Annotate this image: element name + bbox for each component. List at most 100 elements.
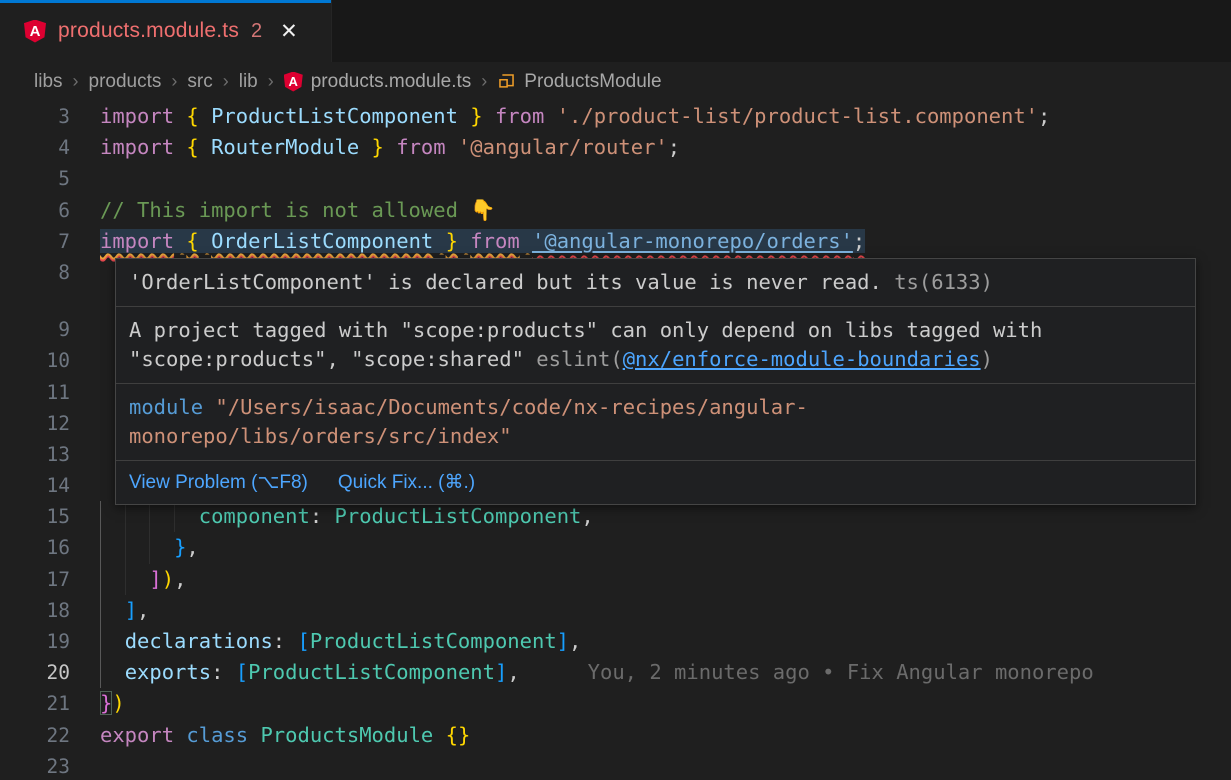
code-line-content[interactable]: component: ProductListComponent, [100, 501, 1231, 532]
hover-message: module "/Users/isaac/Documents/code/nx-r… [116, 383, 1195, 460]
view-problem-action[interactable]: View Problem (⌥F8) [129, 469, 308, 496]
angular-file-icon: A [284, 72, 303, 92]
line-number[interactable]: 5 [0, 163, 70, 194]
code-line-content[interactable]: ]), [100, 564, 1231, 595]
breadcrumb-file-label: products.module.ts [311, 71, 472, 93]
code-line[interactable]: 20 exports: [ProductListComponent],You, … [0, 657, 1231, 688]
code-line-content[interactable] [100, 163, 1231, 194]
breadcrumb-item-products[interactable]: products [89, 71, 162, 93]
line-number[interactable]: 21 [0, 688, 70, 719]
code-line-content[interactable]: export class ProductsModule {} [100, 720, 1231, 751]
indent-guide [100, 501, 101, 532]
hover-text: 'OrderListComponent' is declared but its… [129, 270, 882, 294]
line-number[interactable]: 10 [0, 345, 70, 376]
line-number[interactable]: 23 [0, 751, 70, 780]
code-line-content[interactable]: }, [100, 532, 1231, 563]
code-line[interactable]: 17 ]), [0, 564, 1231, 595]
indent-guide [100, 532, 101, 563]
code-editor[interactable]: 3 import { ProductListComponent } from '.… [0, 101, 1231, 780]
indent-guide [125, 501, 126, 532]
line-number[interactable]: 3 [0, 101, 70, 132]
line-number[interactable]: 19 [0, 626, 70, 657]
diagnostic-hover-tooltip: 'OrderListComponent' is declared but its… [115, 258, 1196, 505]
quick-fix-action[interactable]: Quick Fix... (⌘.) [338, 469, 475, 496]
code-line-content[interactable] [100, 751, 1231, 780]
class-symbol-icon [497, 72, 516, 91]
line-number[interactable]: 13 [0, 439, 70, 470]
tab-problems-badge: 2 [251, 20, 262, 43]
line-number[interactable]: 7 [0, 226, 70, 257]
line-number[interactable]: 9 [0, 314, 70, 345]
indent-guide [125, 564, 126, 595]
tab-bar: A products.module.ts 2 ✕ [0, 0, 1231, 62]
hover-actions: View Problem (⌥F8) Quick Fix... (⌘.) [116, 460, 1195, 504]
indent-guide [100, 595, 101, 626]
code-line-content[interactable]: import { RouterModule } from '@angular/r… [100, 132, 1231, 163]
chevron-right-icon: › [73, 71, 79, 92]
git-blame-annotation: You, 2 minutes ago • Fix Angular monorep… [588, 660, 1094, 684]
close-icon[interactable]: ✕ [280, 21, 298, 42]
chevron-right-icon: › [481, 71, 487, 92]
line-number[interactable]: 4 [0, 132, 70, 163]
hover-text: "/Users/isaac/Documents/code/nx-recipes/… [129, 395, 808, 448]
code-line-content[interactable]: exports: [ProductListComponent],You, 2 m… [100, 657, 1231, 688]
code-line[interactable]: 5 [0, 163, 1231, 194]
code-line[interactable]: 18 ], [0, 595, 1231, 626]
chevron-right-icon: › [171, 71, 177, 92]
code-line[interactable]: 3 import { ProductListComponent } from '.… [0, 101, 1231, 132]
code-line-content[interactable]: }) [100, 688, 1231, 719]
line-number[interactable]: 12 [0, 408, 70, 439]
line-number[interactable]: 8 [0, 257, 70, 288]
code-line[interactable]: 4 import { RouterModule } from '@angular/… [0, 132, 1231, 163]
indent-guide [174, 501, 175, 532]
line-number[interactable]: 18 [0, 595, 70, 626]
code-line[interactable]: 15 component: ProductListComponent, [0, 501, 1231, 532]
indent-guide [125, 532, 126, 563]
indent-guide [100, 657, 101, 688]
line-number[interactable]: 15 [0, 501, 70, 532]
hover-text: eslint( [536, 347, 622, 371]
breadcrumb-symbol[interactable]: ProductsModule [497, 71, 661, 93]
breadcrumb-symbol-label: ProductsModule [524, 71, 661, 93]
hover-message: 'OrderListComponent' is declared but its… [116, 259, 1195, 306]
code-line-content[interactable]: // This import is not allowed 👇 [100, 195, 1231, 226]
code-line[interactable]: 21}) [0, 688, 1231, 719]
breadcrumb-item-libs[interactable]: libs [34, 71, 63, 93]
hover-text: ) [981, 347, 993, 371]
indent-guide [100, 626, 101, 657]
hover-text: ts(6133) [882, 270, 993, 294]
code-line-content[interactable]: declarations: [ProductListComponent], [100, 626, 1231, 657]
code-line-content[interactable]: import { ProductListComponent } from './… [100, 101, 1231, 132]
eslint-rule-link[interactable]: @nx/enforce-module-boundaries [623, 347, 981, 371]
breadcrumb-item-src[interactable]: src [187, 71, 212, 93]
line-number[interactable]: 17 [0, 564, 70, 595]
angular-file-icon: A [24, 20, 46, 43]
chevron-right-icon: › [268, 71, 274, 92]
breadcrumb: libs › products › src › lib › A products.module… [0, 62, 1231, 101]
tab-products-module[interactable]: A products.module.ts 2 ✕ [0, 0, 332, 62]
code-line-content[interactable]: import { OrderListComponent } from '@ang… [100, 226, 1231, 257]
line-number[interactable]: 22 [0, 720, 70, 751]
code-line[interactable]: 19 declarations: [ProductListComponent], [0, 626, 1231, 657]
line-number[interactable]: 11 [0, 377, 70, 408]
line-number[interactable]: 16 [0, 532, 70, 563]
code-line[interactable]: 7 import { OrderListComponent } from '@an… [0, 226, 1231, 257]
line-number[interactable]: 20 [0, 657, 70, 688]
code-line[interactable]: 22 export class ProductsModule {} [0, 720, 1231, 751]
hover-text: module [129, 395, 215, 419]
hover-message: A project tagged with "scope:products" c… [116, 306, 1195, 383]
breadcrumb-item-lib[interactable]: lib [239, 71, 258, 93]
indent-guide [100, 564, 101, 595]
line-number[interactable]: 6 [0, 195, 70, 226]
code-line[interactable]: 6 // This import is not allowed 👇 [0, 195, 1231, 226]
code-line-content[interactable]: ], [100, 595, 1231, 626]
indent-guide [149, 501, 150, 532]
code-line[interactable]: 23 [0, 751, 1231, 780]
line-number[interactable]: 14 [0, 470, 70, 501]
breadcrumb-file[interactable]: A products.module.ts [284, 71, 472, 93]
code-line[interactable]: 16 }, [0, 532, 1231, 563]
indent-guide [149, 532, 150, 563]
chevron-right-icon: › [223, 71, 229, 92]
error-underlined-statement: import { OrderListComponent } from '@ang… [100, 229, 865, 253]
tab-title: products.module.ts [58, 19, 239, 43]
